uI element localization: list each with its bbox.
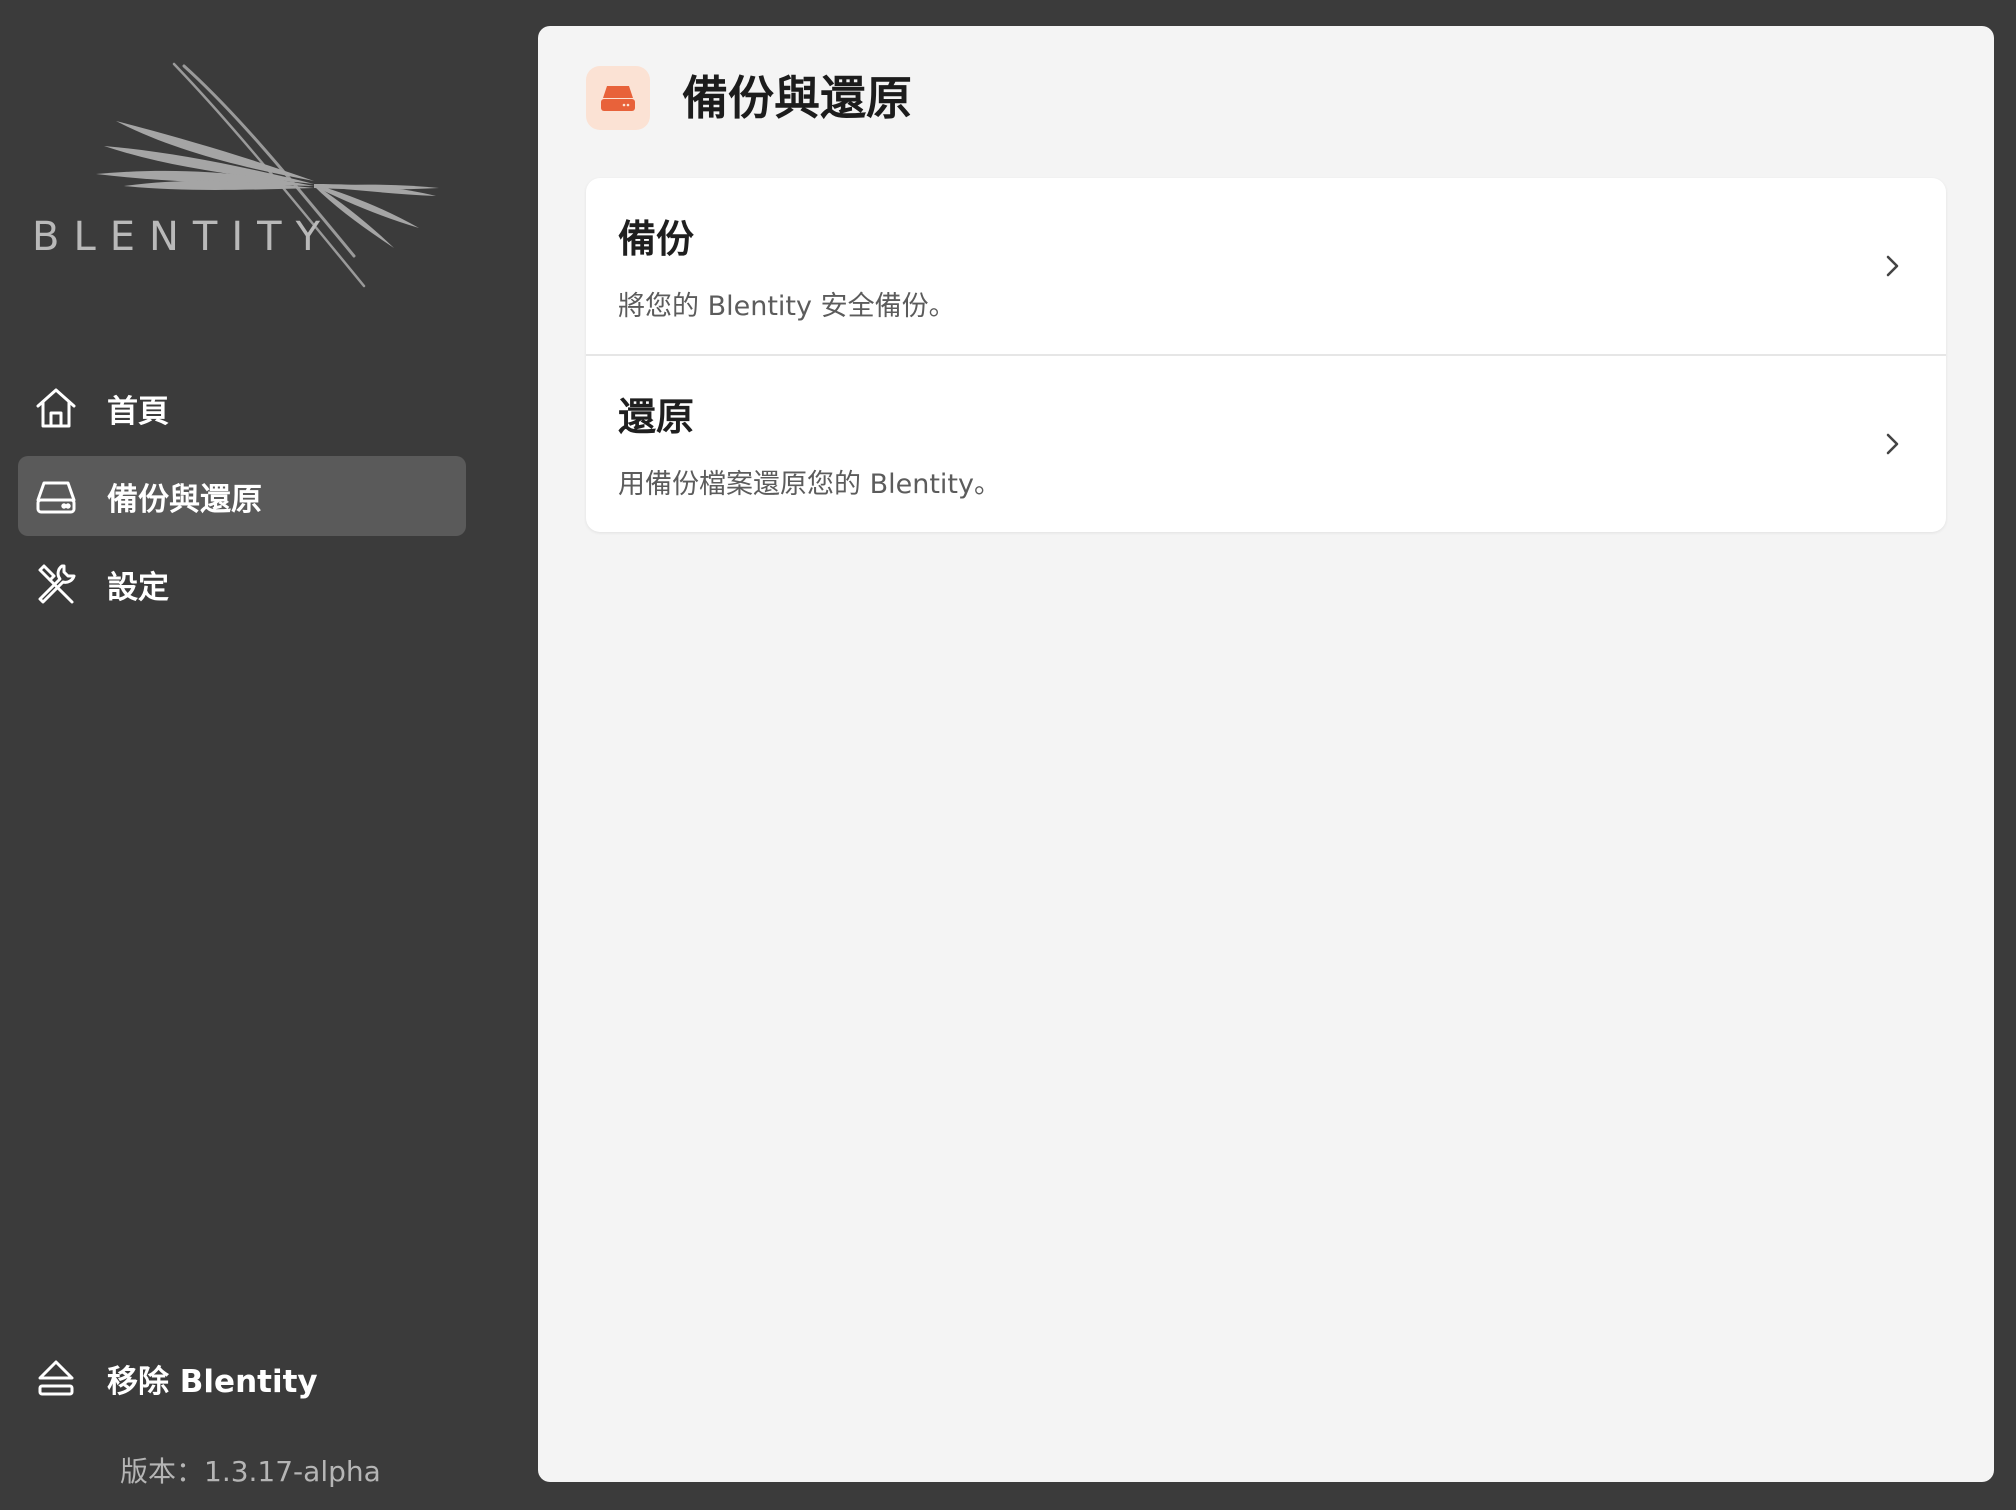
sidebar-item-settings[interactable]: 設定 bbox=[18, 544, 466, 624]
eject-icon bbox=[34, 1356, 78, 1400]
backup-row[interactable]: 備份 將您的 Blentity 安全備份。 bbox=[586, 178, 1946, 354]
page-title: 備份與還原 bbox=[682, 71, 912, 125]
app-window: BLENTITY 首頁 備份與還原 設定 移除 Blentity 版本：1.3.… bbox=[0, 0, 2016, 1510]
options-card: 備份 將您的 Blentity 安全備份。 還原 用備份檔案還原您的 Blent… bbox=[586, 178, 1946, 532]
sidebar: BLENTITY 首頁 備份與還原 設定 移除 Blentity 版本：1.3.… bbox=[0, 0, 538, 1510]
restore-description: 用備份檔案還原您的 Blentity。 bbox=[618, 469, 1001, 500]
backup-title: 備份 bbox=[618, 217, 695, 261]
sidebar-item-home[interactable]: 首頁 bbox=[18, 368, 466, 448]
sidebar-item-label: 設定 bbox=[107, 569, 169, 606]
blentity-logo: BLENTITY bbox=[24, 56, 464, 296]
sidebar-item-label: 首頁 bbox=[107, 393, 169, 430]
backup-description: 將您的 Blentity 安全備份。 bbox=[618, 291, 956, 322]
restore-title: 還原 bbox=[618, 395, 695, 439]
page-header-icon bbox=[586, 66, 650, 130]
logo-blades-icon bbox=[96, 62, 439, 288]
drive-icon bbox=[601, 86, 635, 111]
sidebar-item-backup-restore[interactable]: 備份與還原 bbox=[18, 456, 466, 536]
drive-icon bbox=[34, 474, 78, 518]
sidebar-nav: 首頁 備份與還原 設定 bbox=[18, 368, 466, 632]
version-label: 版本：1.3.17-alpha bbox=[120, 1455, 381, 1488]
home-icon bbox=[34, 386, 78, 430]
logo-wordmark: BLENTITY bbox=[32, 214, 335, 260]
remove-blentity-button[interactable]: 移除 Blentity bbox=[18, 1338, 466, 1418]
remove-blentity-label: 移除 Blentity bbox=[107, 1363, 318, 1400]
restore-row[interactable]: 還原 用備份檔案還原您的 Blentity。 bbox=[586, 354, 1946, 532]
tools-icon bbox=[34, 562, 78, 606]
chevron-right-icon bbox=[1878, 430, 1906, 458]
sidebar-item-label: 備份與還原 bbox=[107, 481, 262, 518]
chevron-right-icon bbox=[1878, 252, 1906, 280]
main-panel: 備份與還原 備份 將您的 Blentity 安全備份。 還原 用備份檔案還原您的… bbox=[538, 26, 1994, 1482]
